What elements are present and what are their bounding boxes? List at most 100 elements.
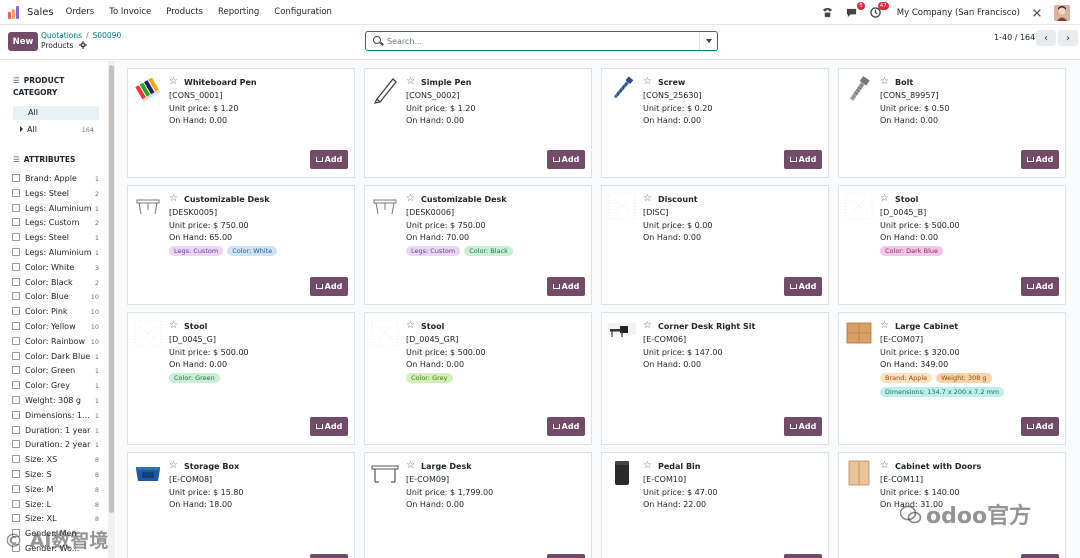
activity-clock-icon[interactable]: 47 [869, 1, 889, 20]
add-to-order-button[interactable]: Add [310, 277, 348, 296]
attribute-filter[interactable]: Size: L 8 [12, 499, 99, 513]
attribute-checkbox[interactable] [12, 470, 20, 478]
add-to-order-button[interactable]: Add [1021, 150, 1059, 169]
add-to-order-button[interactable]: Add [1021, 277, 1059, 296]
phone-icon[interactable] [821, 6, 835, 20]
menu-products[interactable]: Products [166, 7, 203, 17]
add-to-order-button[interactable]: Add [784, 150, 822, 169]
favorite-star-icon[interactable]: ☆ [406, 321, 415, 331]
pager-next-button[interactable]: › [1058, 30, 1078, 46]
attribute-checkbox[interactable] [12, 203, 20, 212]
favorite-star-icon[interactable]: ☆ [880, 194, 889, 204]
sales-app-icon[interactable] [8, 5, 21, 19]
attribute-filter[interactable]: Color: Pink 10 [12, 306, 99, 320]
add-to-order-button[interactable]: Add [784, 277, 822, 296]
debug-tools-icon[interactable] [1030, 6, 1044, 20]
category-all-selected[interactable]: All [13, 106, 99, 120]
attribute-filter[interactable]: Color: Dark Blue 1 [12, 351, 99, 365]
attribute-filter[interactable]: Legs: Steel 2 [12, 188, 99, 202]
scrollbar-thumb[interactable] [109, 65, 114, 513]
attribute-checkbox[interactable] [12, 425, 20, 434]
favorite-star-icon[interactable]: ☆ [643, 77, 652, 87]
attribute-filter[interactable]: Color: Green 1 [12, 365, 99, 379]
attribute-filter[interactable]: Color: Black 2 [12, 277, 99, 291]
attribute-filter[interactable]: Legs: Steel 1 [12, 232, 99, 246]
favorite-star-icon[interactable]: ☆ [406, 194, 415, 204]
attribute-filter[interactable]: Color: Rainbow 10 [12, 336, 99, 350]
product-card[interactable]: ☆ Whiteboard Pen [CONS_0001] Unit price: $ … [127, 68, 355, 178]
favorite-star-icon[interactable]: ☆ [169, 321, 178, 331]
attribute-filter[interactable]: Size: M 8 [12, 484, 99, 498]
add-to-order-button[interactable]: Add [547, 554, 585, 558]
attribute-checkbox[interactable] [12, 410, 20, 419]
add-to-order-button[interactable]: Add [547, 417, 585, 436]
attribute-checkbox[interactable] [12, 514, 20, 523]
search-input[interactable]: Search... [387, 37, 422, 46]
product-card[interactable]: ☆ Customizable Desk [DESK0005] Unit price: … [127, 185, 355, 305]
attribute-checkbox[interactable] [12, 277, 20, 286]
add-to-order-button[interactable]: Add [784, 417, 822, 436]
app-name[interactable]: Sales [27, 7, 54, 18]
product-card[interactable]: ☆ Stool [D_0045_G] Unit price: $ 500.00 On H… [127, 312, 355, 445]
attribute-filter[interactable]: Legs: Custom 2 [12, 217, 99, 231]
add-to-order-button[interactable]: Add [547, 277, 585, 296]
pager-previous-button[interactable]: ‹ [1036, 30, 1056, 46]
product-card[interactable]: ☆ Large Cabinet [E-COM07] Unit price: $ 320… [838, 312, 1066, 445]
attribute-checkbox[interactable] [12, 351, 20, 360]
attribute-filter[interactable]: Color: Blue 10 [12, 291, 99, 305]
search-bar[interactable]: Search... [365, 31, 718, 51]
product-card[interactable]: ☆ Large Desk [E-COM09] Unit price: $ 1,799.… [364, 452, 592, 558]
product-card[interactable]: ☆ Customizable Desk [DESK0006] Unit price: … [364, 185, 592, 305]
attribute-checkbox[interactable] [12, 233, 20, 242]
attribute-filter[interactable]: Weight: 308 g 1 [12, 395, 99, 409]
add-to-order-button[interactable]: Add [310, 554, 348, 558]
attribute-filter[interactable]: Size: XS 8 [12, 454, 99, 468]
attribute-checkbox[interactable] [12, 455, 20, 464]
product-card[interactable]: ☆ Storage Box [E-COM08] Unit price: $ 15.80… [127, 452, 355, 558]
menu-orders[interactable]: Orders [66, 7, 95, 17]
attribute-checkbox[interactable] [12, 262, 20, 271]
add-to-order-button[interactable]: Add [1021, 417, 1059, 436]
new-button[interactable]: New [8, 32, 38, 51]
product-card[interactable]: ☆ Pedal Bin [E-COM10] Unit price: $ 47.00 On… [601, 452, 829, 558]
product-card[interactable]: ☆ Simple Pen [CONS_0002] Unit price: $ 1.20… [364, 68, 592, 178]
attribute-checkbox[interactable] [12, 484, 20, 493]
breadcrumb-quotations[interactable]: Quotations [41, 31, 82, 40]
attribute-checkbox[interactable] [12, 188, 20, 197]
attribute-filter[interactable]: Color: Yellow 10 [12, 321, 99, 335]
favorite-star-icon[interactable]: ☆ [406, 77, 415, 87]
product-card[interactable]: ☆ Stool [D_0045_B] Unit price: $ 500.00 On H… [838, 185, 1066, 305]
add-to-order-button[interactable]: Add [310, 150, 348, 169]
menu-to-invoice[interactable]: To Invoice [109, 7, 151, 17]
breadcrumb-order[interactable]: S00090 [93, 31, 122, 40]
category-all-row[interactable]: All 164 [20, 124, 96, 136]
menu-reporting[interactable]: Reporting [218, 7, 259, 17]
product-card[interactable]: ☆ Screw [CONS_25630] Unit price: $ 0.20 On H… [601, 68, 829, 178]
attribute-filter[interactable]: Size: S 8 [12, 469, 99, 483]
menu-configuration[interactable]: Configuration [274, 7, 332, 17]
add-to-order-button[interactable]: Add [547, 150, 585, 169]
attribute-checkbox[interactable] [12, 396, 20, 404]
favorite-star-icon[interactable]: ☆ [880, 461, 889, 471]
attribute-filter[interactable]: Duration: 2 year 1 [12, 439, 99, 453]
favorite-star-icon[interactable]: ☆ [643, 194, 652, 204]
attribute-checkbox[interactable] [12, 336, 20, 345]
favorite-star-icon[interactable]: ☆ [169, 77, 178, 87]
attribute-checkbox[interactable] [12, 322, 20, 330]
attribute-checkbox[interactable] [12, 381, 20, 390]
attribute-checkbox[interactable] [12, 174, 20, 182]
caret-right-icon[interactable] [20, 126, 23, 132]
search-options-toggle[interactable] [699, 32, 717, 50]
attribute-checkbox[interactable] [12, 307, 20, 316]
product-card[interactable]: ☆ Corner Desk Right Sit [E-COM06] Unit pric… [601, 312, 829, 445]
favorite-star-icon[interactable]: ☆ [643, 321, 652, 331]
attribute-filter[interactable]: Color: Grey 1 [12, 380, 99, 394]
sidebar-scrollbar[interactable] [108, 61, 115, 558]
chat-icon[interactable]: 5 [845, 1, 865, 20]
favorite-star-icon[interactable]: ☆ [643, 461, 652, 471]
favorite-star-icon[interactable]: ☆ [880, 77, 889, 87]
attribute-filter[interactable]: Legs: Aluminium 1 [12, 203, 99, 217]
attribute-checkbox[interactable] [12, 292, 20, 301]
favorite-star-icon[interactable]: ☆ [169, 461, 178, 471]
product-card[interactable]: ☆ Stool [D_0045_GR] Unit price: $ 500.00 On … [364, 312, 592, 445]
